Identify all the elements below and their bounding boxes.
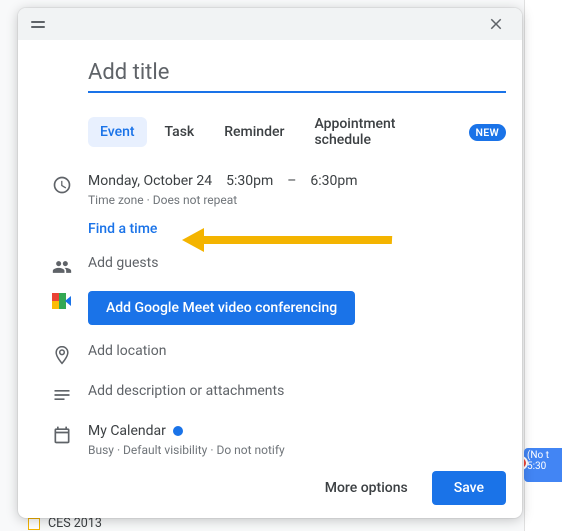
tab-appointment-schedule[interactable]: Appointment schedule <box>302 109 462 155</box>
drag-handle-icon[interactable] <box>28 14 48 34</box>
location-row[interactable]: Add location <box>36 343 506 365</box>
datetime-subtext: Time zone · Does not repeat <box>88 193 506 207</box>
quick-create-event-modal: Event Task Reminder Appointment schedule… <box>18 8 522 518</box>
event-type-tabs: Event Task Reminder Appointment schedule… <box>88 109 506 155</box>
guests-row[interactable]: Add guests <box>36 255 506 277</box>
guests-placeholder: Add guests <box>88 255 506 271</box>
event-date: Monday, October 24 <box>88 173 212 189</box>
meet-row: Add Google Meet video conferencing <box>36 291 506 325</box>
modal-topbar <box>18 8 522 40</box>
description-row[interactable]: Add description or attachments <box>36 383 506 405</box>
bg-event-time: 5:30 <box>527 461 559 472</box>
bg-event-title: (No t <box>527 450 559 461</box>
description-placeholder: Add description or attachments <box>88 383 506 399</box>
find-a-time-link[interactable]: Find a time <box>88 221 157 237</box>
calendar-icon <box>52 425 72 445</box>
save-button[interactable]: Save <box>432 471 506 505</box>
end-time: 6:30pm <box>310 173 357 189</box>
more-options-button[interactable]: More options <box>313 472 420 504</box>
calendar-row[interactable]: My Calendar Busy · Default visibility · … <box>36 423 506 457</box>
tab-event[interactable]: Event <box>88 117 147 147</box>
datetime-row: Monday, October 24 5:30pm – 6:30pm Time … <box>36 173 506 237</box>
datetime-picker[interactable]: Monday, October 24 5:30pm – 6:30pm <box>88 173 506 189</box>
close-button[interactable] <box>480 8 512 40</box>
close-icon <box>487 15 505 33</box>
location-icon <box>52 345 72 365</box>
google-meet-icon <box>52 293 72 309</box>
new-badge: NEW <box>469 124 506 141</box>
time-dash: – <box>287 173 296 189</box>
start-time: 5:30pm <box>226 173 273 189</box>
tab-reminder[interactable]: Reminder <box>212 117 296 147</box>
tab-task[interactable]: Task <box>153 117 207 147</box>
people-icon <box>52 257 72 277</box>
description-icon <box>52 385 72 405</box>
calendar-color-dot <box>173 426 183 436</box>
add-google-meet-button[interactable]: Add Google Meet video conferencing <box>88 291 355 325</box>
calendar-sub: Busy · Default visibility · Do not notif… <box>88 443 506 457</box>
background-event-chip[interactable]: (No t 5:30 <box>524 448 562 482</box>
event-title-input[interactable] <box>88 54 506 93</box>
location-placeholder: Add location <box>88 343 506 359</box>
modal-footer: More options Save <box>18 457 522 521</box>
modal-content: Event Task Reminder Appointment schedule… <box>18 40 522 457</box>
calendar-name: My Calendar <box>88 423 166 439</box>
clock-icon <box>52 175 72 195</box>
